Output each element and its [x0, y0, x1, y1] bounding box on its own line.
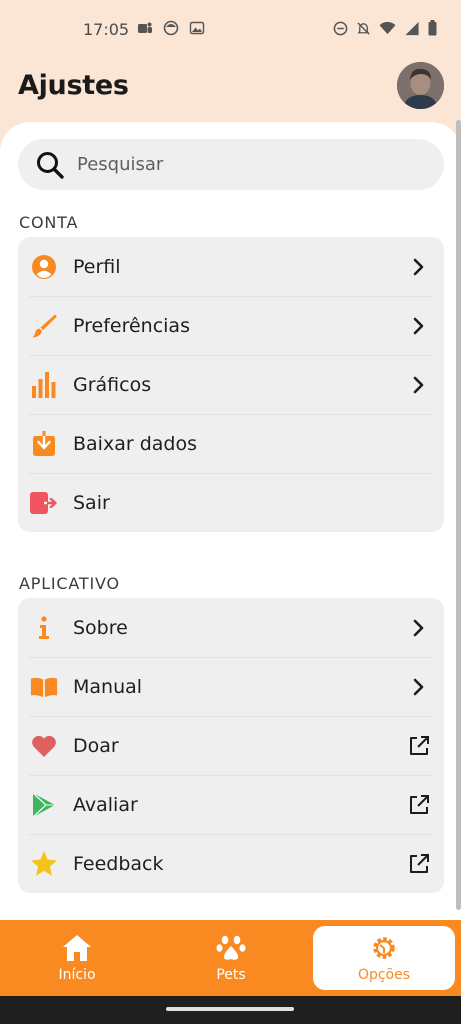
settings-item-charts[interactable]: Gráficos	[18, 355, 444, 414]
settings-item-label: Feedback	[73, 852, 164, 875]
nav-item-home[interactable]: Início	[6, 926, 148, 990]
settings-item-profile[interactable]: Perfil	[18, 237, 444, 296]
info-icon	[30, 614, 58, 642]
external-link-icon	[408, 735, 430, 757]
chart-icon	[30, 371, 58, 399]
settings-item-label: Avaliar	[73, 793, 138, 816]
wifi-icon	[379, 21, 396, 34]
settings-item-label: Perfil	[73, 255, 121, 278]
avatar-photo	[397, 62, 444, 109]
gesture-handle[interactable]	[166, 1007, 294, 1011]
paw-icon	[216, 935, 246, 960]
settings-item-donate[interactable]: Doar	[18, 716, 444, 775]
settings-item-feedback[interactable]: Feedback	[18, 834, 444, 893]
status-right-icons	[333, 20, 437, 36]
account-card: Perfil Preferências Gráficos Baixar dado…	[18, 237, 444, 532]
settings-item-label: Gráficos	[73, 373, 152, 396]
scrollbar[interactable]	[456, 120, 461, 910]
search-bar[interactable]	[18, 139, 444, 190]
chevron-right-icon	[408, 617, 430, 639]
chevron-right-icon	[408, 315, 430, 337]
status-bar: 17:05	[0, 0, 461, 60]
nav-label: Opções	[357, 966, 411, 983]
section-label-account: CONTA	[19, 213, 79, 232]
image-icon	[189, 21, 205, 35]
nav-label: Pets	[216, 966, 246, 983]
app-card: Sobre Manual Doar Avaliar Feedback	[18, 598, 444, 893]
logout-icon	[30, 489, 58, 517]
external-link-icon	[408, 853, 430, 875]
search-input[interactable]	[77, 154, 397, 175]
dnd-icon	[333, 21, 348, 35]
external-link-icon	[408, 794, 430, 816]
status-time: 17:05	[83, 20, 130, 39]
play-store-icon	[30, 791, 58, 819]
search-icon	[37, 151, 64, 179]
system-navigation-bar	[0, 996, 461, 1024]
settings-item-label: Preferências	[73, 314, 190, 337]
nav-item-options[interactable]: Opções	[313, 926, 455, 990]
nav-label: Início	[58, 966, 96, 983]
settings-item-label: Sobre	[73, 616, 128, 639]
battery-icon	[428, 20, 437, 36]
settings-icon	[373, 936, 395, 959]
settings-item-download-data[interactable]: Baixar dados	[18, 414, 444, 473]
teams-icon	[138, 22, 152, 33]
home-icon	[63, 934, 91, 961]
section-label-app: APLICATIVO	[19, 574, 120, 593]
chevron-right-icon	[408, 256, 430, 278]
profile-icon	[30, 253, 58, 281]
settings-item-logout[interactable]: Sair	[18, 473, 444, 532]
chevron-right-icon	[408, 374, 430, 396]
page-title: Ajustes	[18, 70, 129, 101]
star-icon	[30, 850, 58, 878]
brush-icon	[30, 312, 58, 340]
book-icon	[30, 673, 58, 701]
bell-off-icon	[357, 21, 370, 35]
download-icon	[30, 430, 58, 458]
nav-item-pets[interactable]: Pets	[160, 926, 302, 990]
settings-item-label: Sair	[73, 491, 110, 514]
settings-item-rate[interactable]: Avaliar	[18, 775, 444, 834]
avatar[interactable]	[397, 62, 444, 109]
signal-icon	[405, 21, 419, 35]
settings-item-label: Manual	[73, 675, 143, 698]
bottom-nav: Início Pets Opções	[0, 920, 461, 996]
settings-item-label: Baixar dados	[73, 432, 197, 455]
emoji-icon	[163, 20, 179, 36]
chevron-right-icon	[408, 676, 430, 698]
status-left-icons	[137, 20, 205, 36]
settings-item-manual[interactable]: Manual	[18, 657, 444, 716]
settings-item-about[interactable]: Sobre	[18, 598, 444, 657]
heart-icon	[30, 732, 58, 760]
settings-item-label: Doar	[73, 734, 119, 757]
settings-item-preferences[interactable]: Preferências	[18, 296, 444, 355]
